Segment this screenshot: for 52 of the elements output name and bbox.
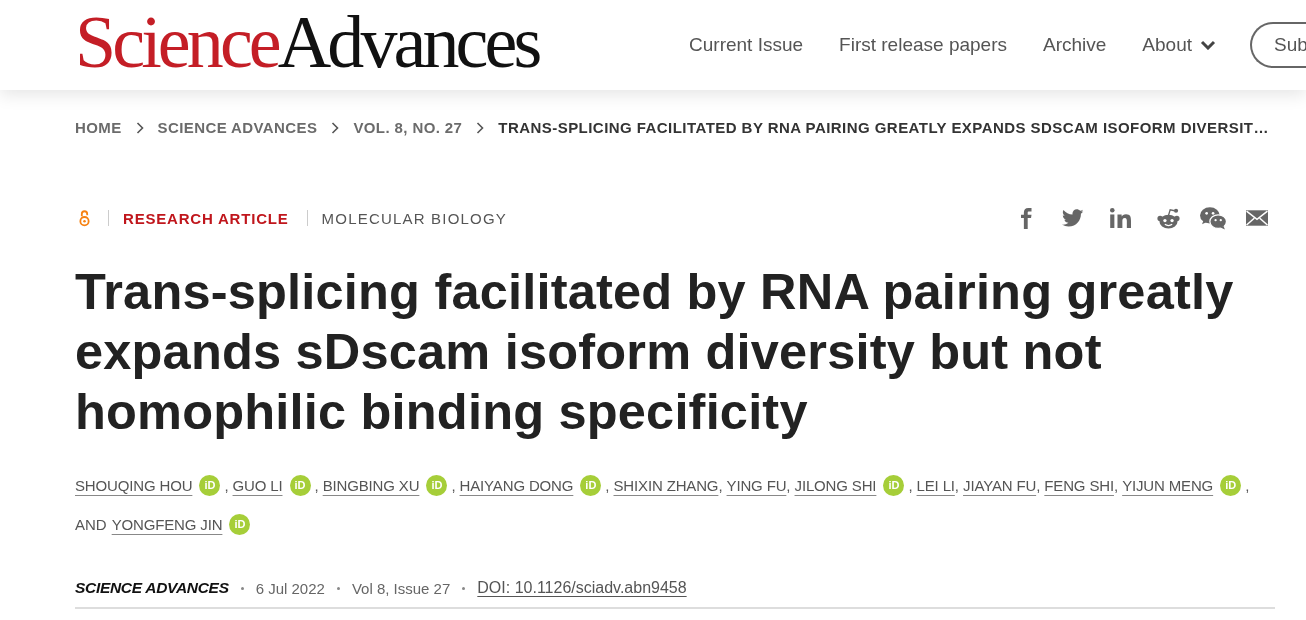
comma-text: , [1113,476,1119,494]
site-logo[interactable]: ScienceAdvances [75,5,539,79]
comma-text: , [451,476,456,494]
author-link[interactable]: SHOUQING HOU [75,476,193,494]
wechat-icon[interactable] [1200,206,1227,230]
comma-text: , [224,476,229,494]
comma-text: , [314,476,319,494]
author-link[interactable]: YIJUN MENG [1122,476,1214,494]
author-link[interactable]: SHIXIN ZHANG [613,476,719,494]
author-link[interactable]: JILONG SHI [794,476,877,494]
comma-text: , [1036,476,1041,494]
issue-text: Vol 8, Issue 27 [351,579,451,597]
author-link[interactable]: JIAYAN FU [963,476,1037,494]
dot-icon [240,586,244,590]
chevron-icon [135,122,144,134]
chevron-icon [331,122,340,134]
mail-icon[interactable] [1246,210,1268,226]
author-link[interactable]: BINGBING XU [322,476,420,494]
article-type[interactable]: RESEARCH ARTICLE [123,209,289,227]
breadcrumb-link[interactable]: SCIENCE ADVANCES [157,118,318,138]
comma-text: , [786,476,791,494]
journal-name: SCIENCE ADVANCES [75,579,229,597]
nav-link[interactable]: Current Issue [689,34,804,56]
chevron-icon [476,122,485,134]
breadcrumb-link[interactable]: VOL. 8, NO. 27 [353,118,463,138]
twitter-icon[interactable] [1062,209,1084,227]
linkedin-icon[interactable] [1110,208,1131,228]
facebook-icon[interactable] [1021,207,1032,229]
author-link[interactable]: YONGFENG JIN [111,515,223,533]
reddit-icon[interactable] [1157,207,1180,229]
comma-text: , [908,476,913,494]
nav-link[interactable]: First release papers [839,34,1007,56]
subject-label[interactable]: MOLECULAR BIOLOGY [321,209,508,227]
doi-link[interactable]: DOI: 10.1126/sciadv.abn9458 [477,579,687,597]
dot-icon [336,586,340,590]
dot-icon [462,586,466,590]
article-title: Trans-splicing facilitated by RNA pairing greatly expands sDscam isoform diversity but not homophilic binding specificity [75,262,1235,442]
caret-icon [1200,40,1216,50]
author-link[interactable]: FENG SHI [1044,476,1114,494]
author-link[interactable]: LEI LI [916,476,955,494]
comma-text: , [954,476,960,494]
comma-text: , [718,476,723,494]
nav-dropdown[interactable]: About [1142,34,1216,56]
nav-link[interactable]: Archive [1043,34,1107,56]
comma-text: , [1245,476,1250,494]
author-link[interactable]: HAIYANG DONG [459,476,574,494]
author-link[interactable]: GUO LI [232,476,283,494]
conjunction-text: AND [75,515,107,533]
breadcrumb-link[interactable]: HOME [75,118,122,138]
publication-date: 6 Jul 2022 [255,579,325,597]
comma-text: , [605,476,610,494]
breadcrumb-link[interactable]: TRANS-SPLICING FACILITATED BY RNA PAIRING GREATLY EXPANDS SDSCAM ISOFORM DIVERSIT… [498,118,1269,138]
